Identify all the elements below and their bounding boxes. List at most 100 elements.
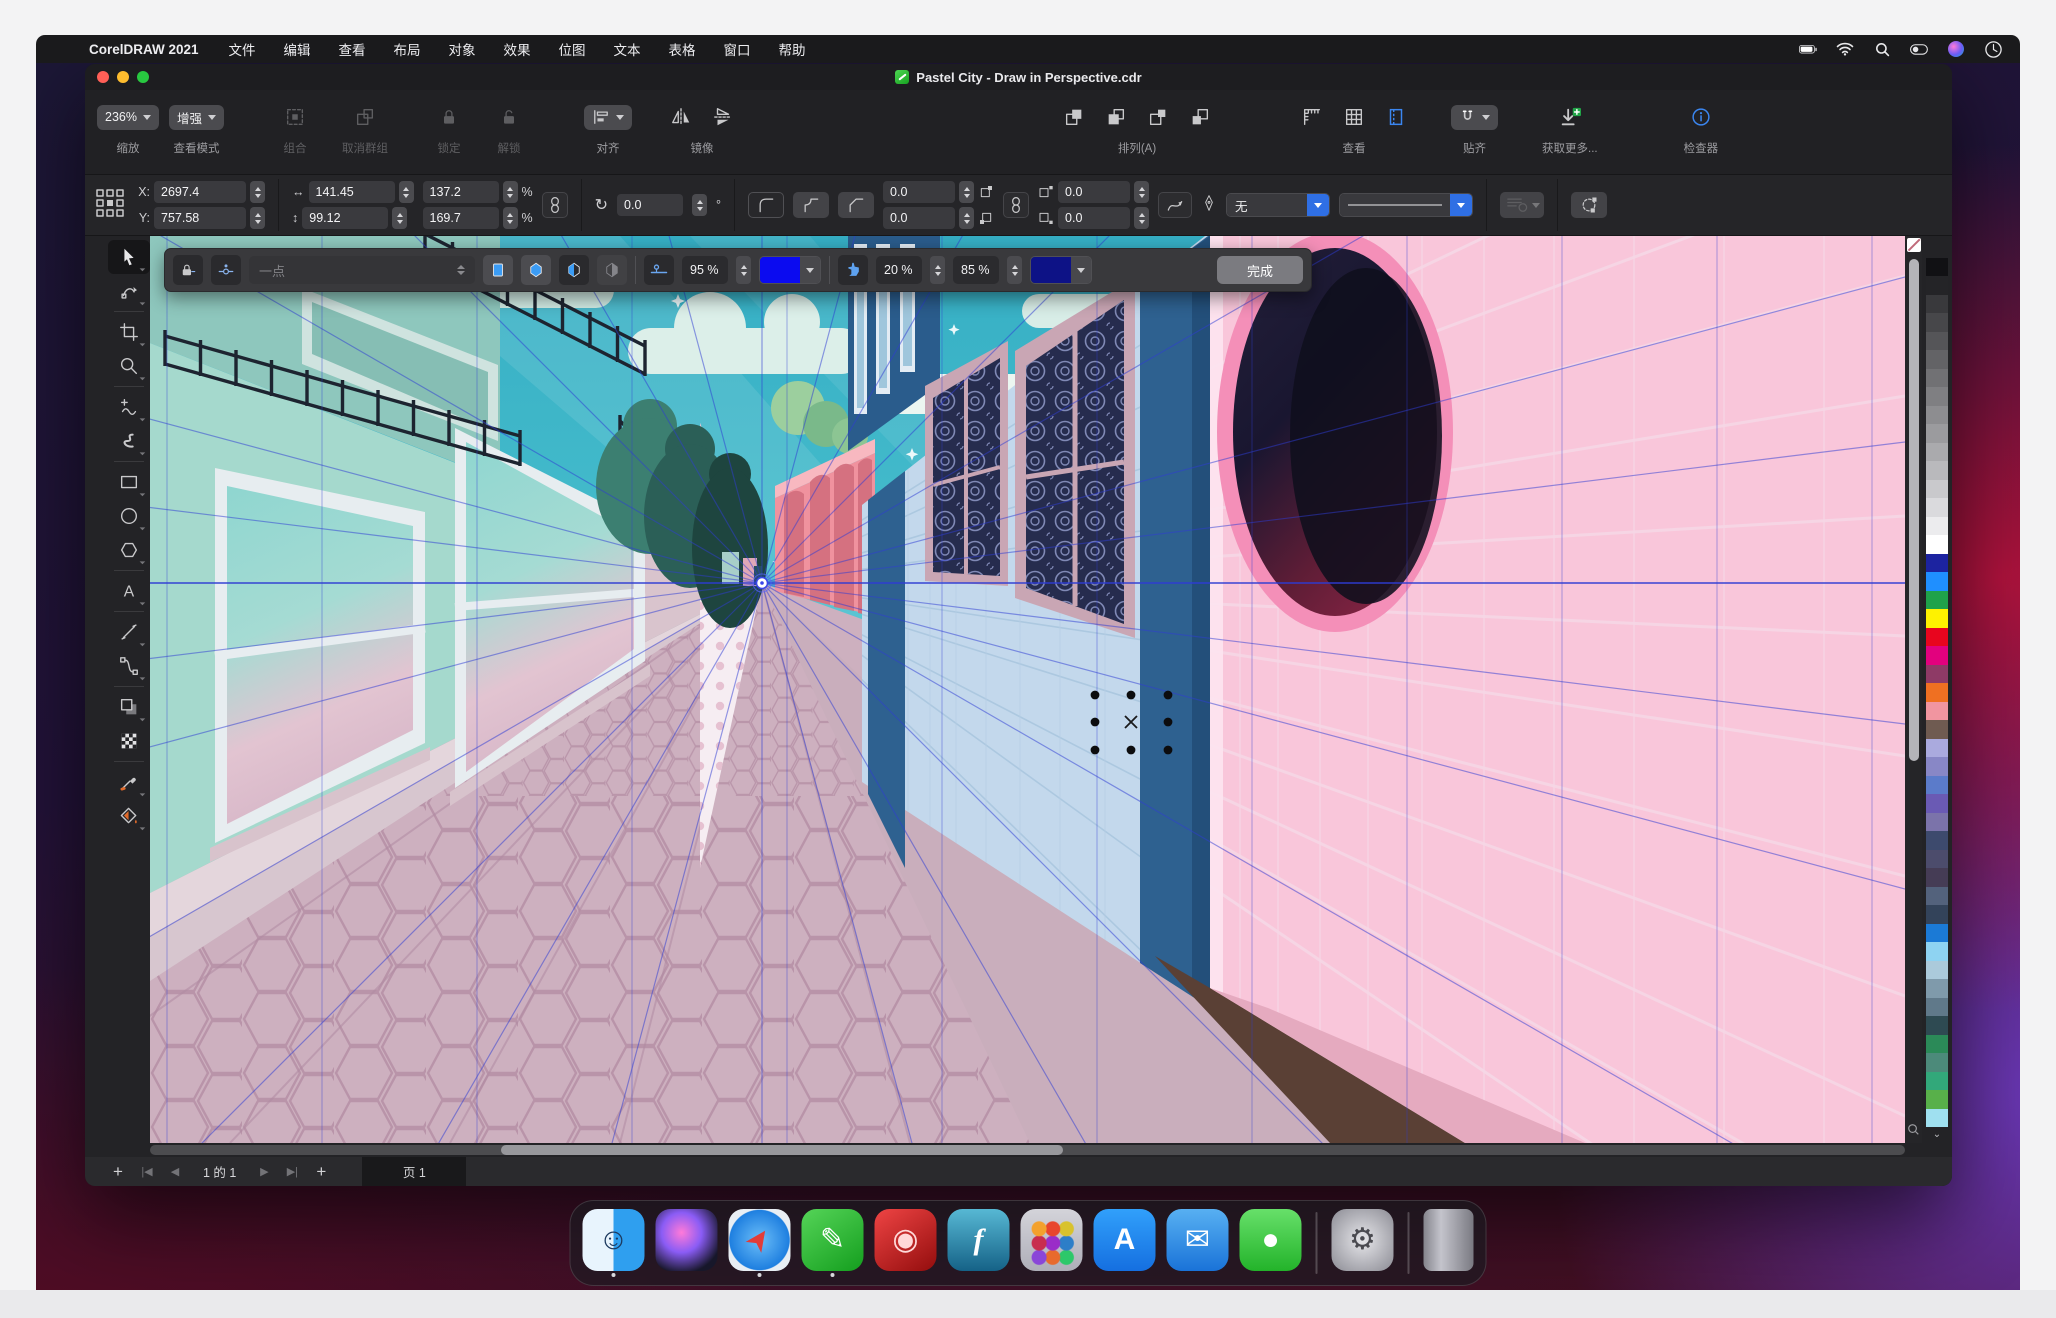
rotation-angle-field[interactable]: 0.0: [617, 194, 683, 216]
outline-width-dropdown[interactable]: 无: [1226, 193, 1330, 217]
shape-tool[interactable]: [108, 274, 150, 308]
color-swatch[interactable]: [1926, 535, 1948, 554]
color-swatch[interactable]: [1926, 258, 1948, 277]
line-opacity-stepper[interactable]: [736, 256, 751, 284]
object-width-field[interactable]: 141.45: [309, 181, 395, 203]
palette-more-button[interactable]: ⌄: [1933, 1127, 1941, 1142]
horizon-line-icon[interactable]: [644, 255, 674, 285]
horizontal-scroll-thumb[interactable]: [501, 1145, 1063, 1155]
color-swatch[interactable]: [1926, 313, 1948, 332]
first-page-icon[interactable]: |◀: [133, 1165, 161, 1178]
rotation-stepper[interactable]: [692, 194, 707, 216]
color-swatch[interactable]: [1926, 1035, 1948, 1054]
grid-icon[interactable]: [1341, 104, 1367, 130]
color-swatch[interactable]: [1926, 1109, 1948, 1128]
menubar-item[interactable]: 帮助: [779, 39, 806, 59]
corner-radius-tl-field[interactable]: 0.0: [883, 181, 955, 203]
zoom-corner-icon[interactable]: [1907, 1123, 1920, 1141]
color-swatch[interactable]: [1926, 720, 1948, 739]
menubar-item[interactable]: 编辑: [284, 39, 311, 59]
pick-tool[interactable]: [108, 240, 150, 274]
previous-page-icon[interactable]: ◀: [161, 1165, 189, 1178]
plane-back-button[interactable]: [597, 255, 627, 285]
transparency-tool[interactable]: [108, 724, 150, 758]
menubar-item[interactable]: 布局: [394, 39, 421, 59]
color-swatch[interactable]: [1926, 369, 1948, 388]
artistic-media-tool[interactable]: [108, 424, 150, 458]
view-mode-dropdown[interactable]: 增强: [169, 105, 224, 130]
menubar-item[interactable]: 位图: [559, 39, 586, 59]
line-color-dropdown[interactable]: [759, 256, 821, 284]
page-border-icon[interactable]: [1383, 104, 1409, 130]
grid-hand-icon[interactable]: [838, 255, 868, 285]
chamfered-corner-button[interactable]: [838, 192, 874, 218]
color-swatch[interactable]: [1926, 406, 1948, 425]
vertical-scroll-thumb[interactable]: [1909, 259, 1919, 761]
lock-icon[interactable]: [436, 104, 462, 130]
group-objects-button[interactable]: [282, 104, 308, 130]
dock-app-mail[interactable]: ✉: [1167, 1209, 1229, 1277]
grid-opacity-field[interactable]: 85 %: [953, 256, 999, 284]
line-tool[interactable]: [108, 615, 150, 649]
last-page-icon[interactable]: ▶|: [278, 1165, 306, 1178]
color-swatch[interactable]: [1926, 979, 1948, 998]
color-swatch[interactable]: [1926, 295, 1948, 314]
clock-icon[interactable]: [1984, 40, 2002, 58]
search-icon[interactable]: [1873, 40, 1891, 58]
rectangle-tool[interactable]: [108, 465, 150, 499]
zoom-window-button[interactable]: [137, 71, 149, 83]
color-swatch[interactable]: [1926, 1090, 1948, 1109]
corner-radius-tr-field[interactable]: 0.0: [1058, 181, 1130, 203]
color-swatch[interactable]: [1926, 1053, 1948, 1072]
dock-app-siri[interactable]: [656, 1209, 718, 1277]
pastel-city-artwork[interactable]: [150, 236, 1905, 1143]
dock-app-photo-paint[interactable]: ◉: [875, 1209, 937, 1277]
dock-app-system-preferences[interactable]: ⚙: [1332, 1209, 1394, 1277]
object-height-field[interactable]: 99.12: [302, 207, 388, 229]
align-dropdown[interactable]: [584, 105, 632, 130]
color-swatch[interactable]: [1926, 646, 1948, 665]
color-swatch[interactable]: [1926, 665, 1948, 684]
color-swatch[interactable]: [1926, 998, 1948, 1017]
back-one-icon[interactable]: [1187, 104, 1213, 130]
connector-tool[interactable]: [108, 649, 150, 683]
width-stepper[interactable]: [399, 181, 414, 203]
wifi-icon[interactable]: [1836, 40, 1854, 58]
drawing-canvas[interactable]: 一点 95 % 20 %: [150, 236, 1905, 1143]
inspector-icon[interactable]: [1688, 104, 1714, 130]
rulers-icon[interactable]: [1299, 104, 1325, 130]
scale-y-field[interactable]: 169.7: [423, 207, 499, 229]
color-swatch[interactable]: [1926, 554, 1948, 573]
mirror-vertical-icon[interactable]: [710, 104, 736, 130]
color-swatch[interactable]: [1926, 387, 1948, 406]
dock-app-messages[interactable]: ●: [1240, 1209, 1302, 1277]
text-properties-button[interactable]: [1500, 192, 1544, 218]
ellipse-tool[interactable]: [108, 499, 150, 533]
menubar-item[interactable]: 文本: [614, 39, 641, 59]
color-swatch[interactable]: [1926, 239, 1948, 258]
color-swatch[interactable]: [1926, 424, 1948, 443]
zoom-tool[interactable]: [108, 349, 150, 383]
grid-opacity-stepper[interactable]: [1007, 256, 1022, 284]
color-swatch[interactable]: [1926, 813, 1948, 832]
link-corners-icon[interactable]: [1003, 192, 1029, 218]
snap-dropdown[interactable]: [1451, 105, 1498, 130]
color-swatch[interactable]: [1926, 572, 1948, 591]
curve-effect-button[interactable]: [1158, 192, 1192, 218]
window-titlebar[interactable]: Pastel City - Draw in Perspective.cdr: [85, 64, 1952, 90]
x-stepper[interactable]: [250, 181, 265, 203]
color-swatch[interactable]: [1926, 461, 1948, 480]
menubar-item[interactable]: 对象: [449, 39, 476, 59]
color-swatch[interactable]: [1926, 924, 1948, 943]
add-page-button-2[interactable]: +: [306, 1162, 336, 1182]
color-swatch[interactable]: [1926, 517, 1948, 536]
color-swatch[interactable]: [1926, 739, 1948, 758]
polygon-tool[interactable]: [108, 533, 150, 567]
line-opacity-field[interactable]: 95 %: [682, 256, 728, 284]
scalloped-corner-button[interactable]: [793, 192, 829, 218]
color-swatch[interactable]: [1926, 1072, 1948, 1091]
color-swatch[interactable]: [1926, 591, 1948, 610]
height-stepper[interactable]: [392, 207, 407, 229]
next-page-icon[interactable]: ▶: [250, 1165, 278, 1178]
color-swatch[interactable]: [1926, 1016, 1948, 1035]
